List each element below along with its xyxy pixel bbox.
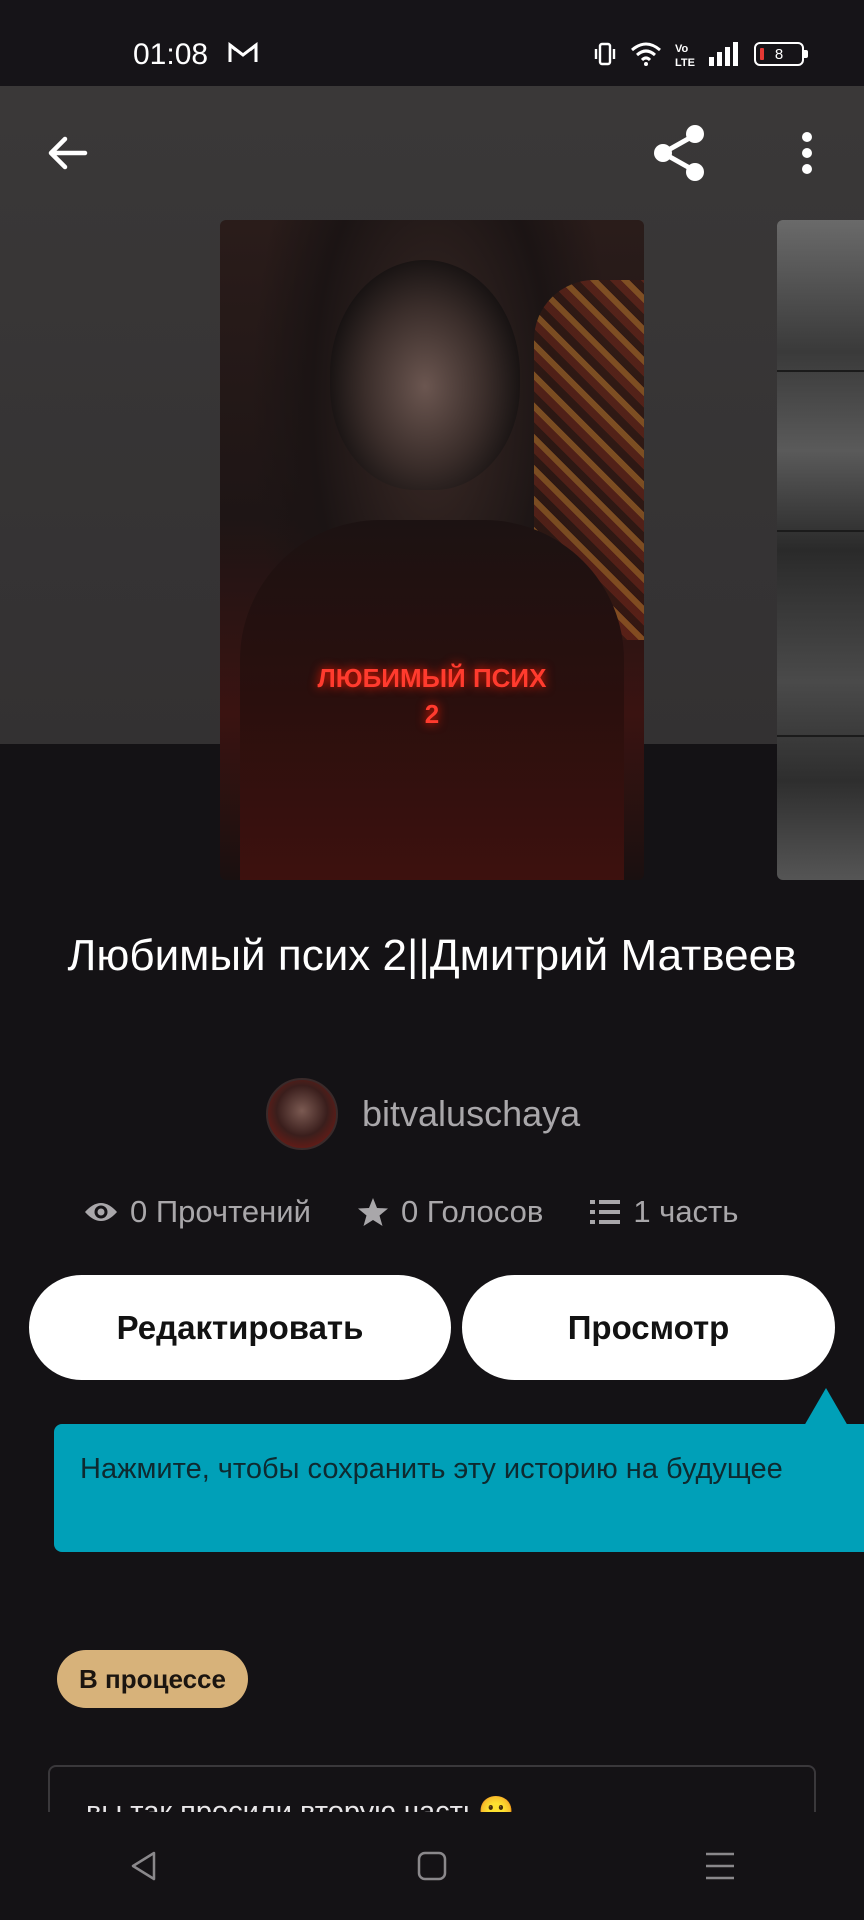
share-button[interactable] <box>645 118 715 188</box>
system-navigation-bar <box>0 1812 864 1920</box>
battery-icon: 8 <box>754 42 808 66</box>
cover-title-line1: ЛЮБИМЫЙ ПСИХ <box>317 663 547 693</box>
parts-stat: 1 часть <box>589 1194 738 1230</box>
svg-text:LTE: LTE <box>675 57 695 68</box>
votes-count: 0 Голосов <box>400 1194 544 1229</box>
author-name[interactable]: bitvaluschaya <box>362 1093 580 1135</box>
cover-title: ЛЮБИМЫЙ ПСИХ 2 <box>220 660 644 732</box>
star-icon <box>357 1198 388 1226</box>
more-options-button[interactable] <box>772 118 842 188</box>
story-cover-image[interactable]: ЛЮБИМЫЙ ПСИХ 2 <box>220 220 644 880</box>
vibrate-icon <box>594 42 616 66</box>
more-vertical-icon <box>802 132 812 174</box>
nav-back-button[interactable] <box>84 1831 204 1901</box>
save-story-tooltip[interactable]: Нажмите, чтобы сохранить эту историю на … <box>54 1424 864 1552</box>
status-bar: 01:08 Vo LTE 8 <box>0 0 864 86</box>
edit-button[interactable]: Редактировать <box>29 1275 451 1380</box>
eye-icon <box>85 1203 117 1221</box>
status-time: 01:08 <box>133 38 209 71</box>
author-avatar[interactable] <box>266 1078 338 1150</box>
author-row[interactable]: bitvaluschaya <box>266 1078 580 1150</box>
wifi-icon <box>631 42 661 66</box>
list-icon <box>590 1200 621 1224</box>
nav-menu-icon <box>706 1852 734 1880</box>
view-button[interactable]: Просмотр <box>462 1275 835 1380</box>
share-icon <box>654 125 704 181</box>
nav-back-icon <box>131 1851 156 1881</box>
cover-title-line2: 2 <box>424 699 440 729</box>
story-details-screen: 01:08 Vo LTE 8 ЛЮБИМЫЙ ПСИХ 2 Любимый пс… <box>0 0 864 1920</box>
reads-count: 0 Прочтений <box>130 1194 311 1229</box>
next-story-cover[interactable] <box>777 220 864 880</box>
svg-text:Vo: Vo <box>675 43 689 55</box>
story-title: Любимый псих 2||Дмитрий Матвеев <box>67 931 797 980</box>
story-stats: 0 Прочтений 0 Голосов 1 часть <box>84 1194 784 1230</box>
votes-stat: 0 Голосов <box>357 1194 543 1230</box>
signal-icon <box>709 42 738 66</box>
reads-stat: 0 Прочтений <box>84 1194 311 1230</box>
back-button[interactable] <box>32 118 102 188</box>
status-icons: Vo LTE 8 <box>592 40 808 68</box>
parts-count: 1 часть <box>633 1194 739 1229</box>
nav-home-icon <box>417 1851 447 1881</box>
arrow-left-icon <box>48 136 88 170</box>
cover-divider <box>777 735 864 737</box>
volte-icon: Vo LTE <box>675 43 695 68</box>
nav-home-button[interactable] <box>372 1831 492 1901</box>
cover-divider <box>777 370 864 372</box>
cover-figure-head <box>330 260 520 490</box>
status-badge: В процессе <box>57 1650 248 1708</box>
nav-menu-button[interactable] <box>660 1831 780 1901</box>
battery-level: 8 <box>774 45 784 63</box>
gmail-icon <box>228 42 258 62</box>
cover-divider <box>777 530 864 532</box>
tooltip-pointer <box>804 1388 848 1426</box>
